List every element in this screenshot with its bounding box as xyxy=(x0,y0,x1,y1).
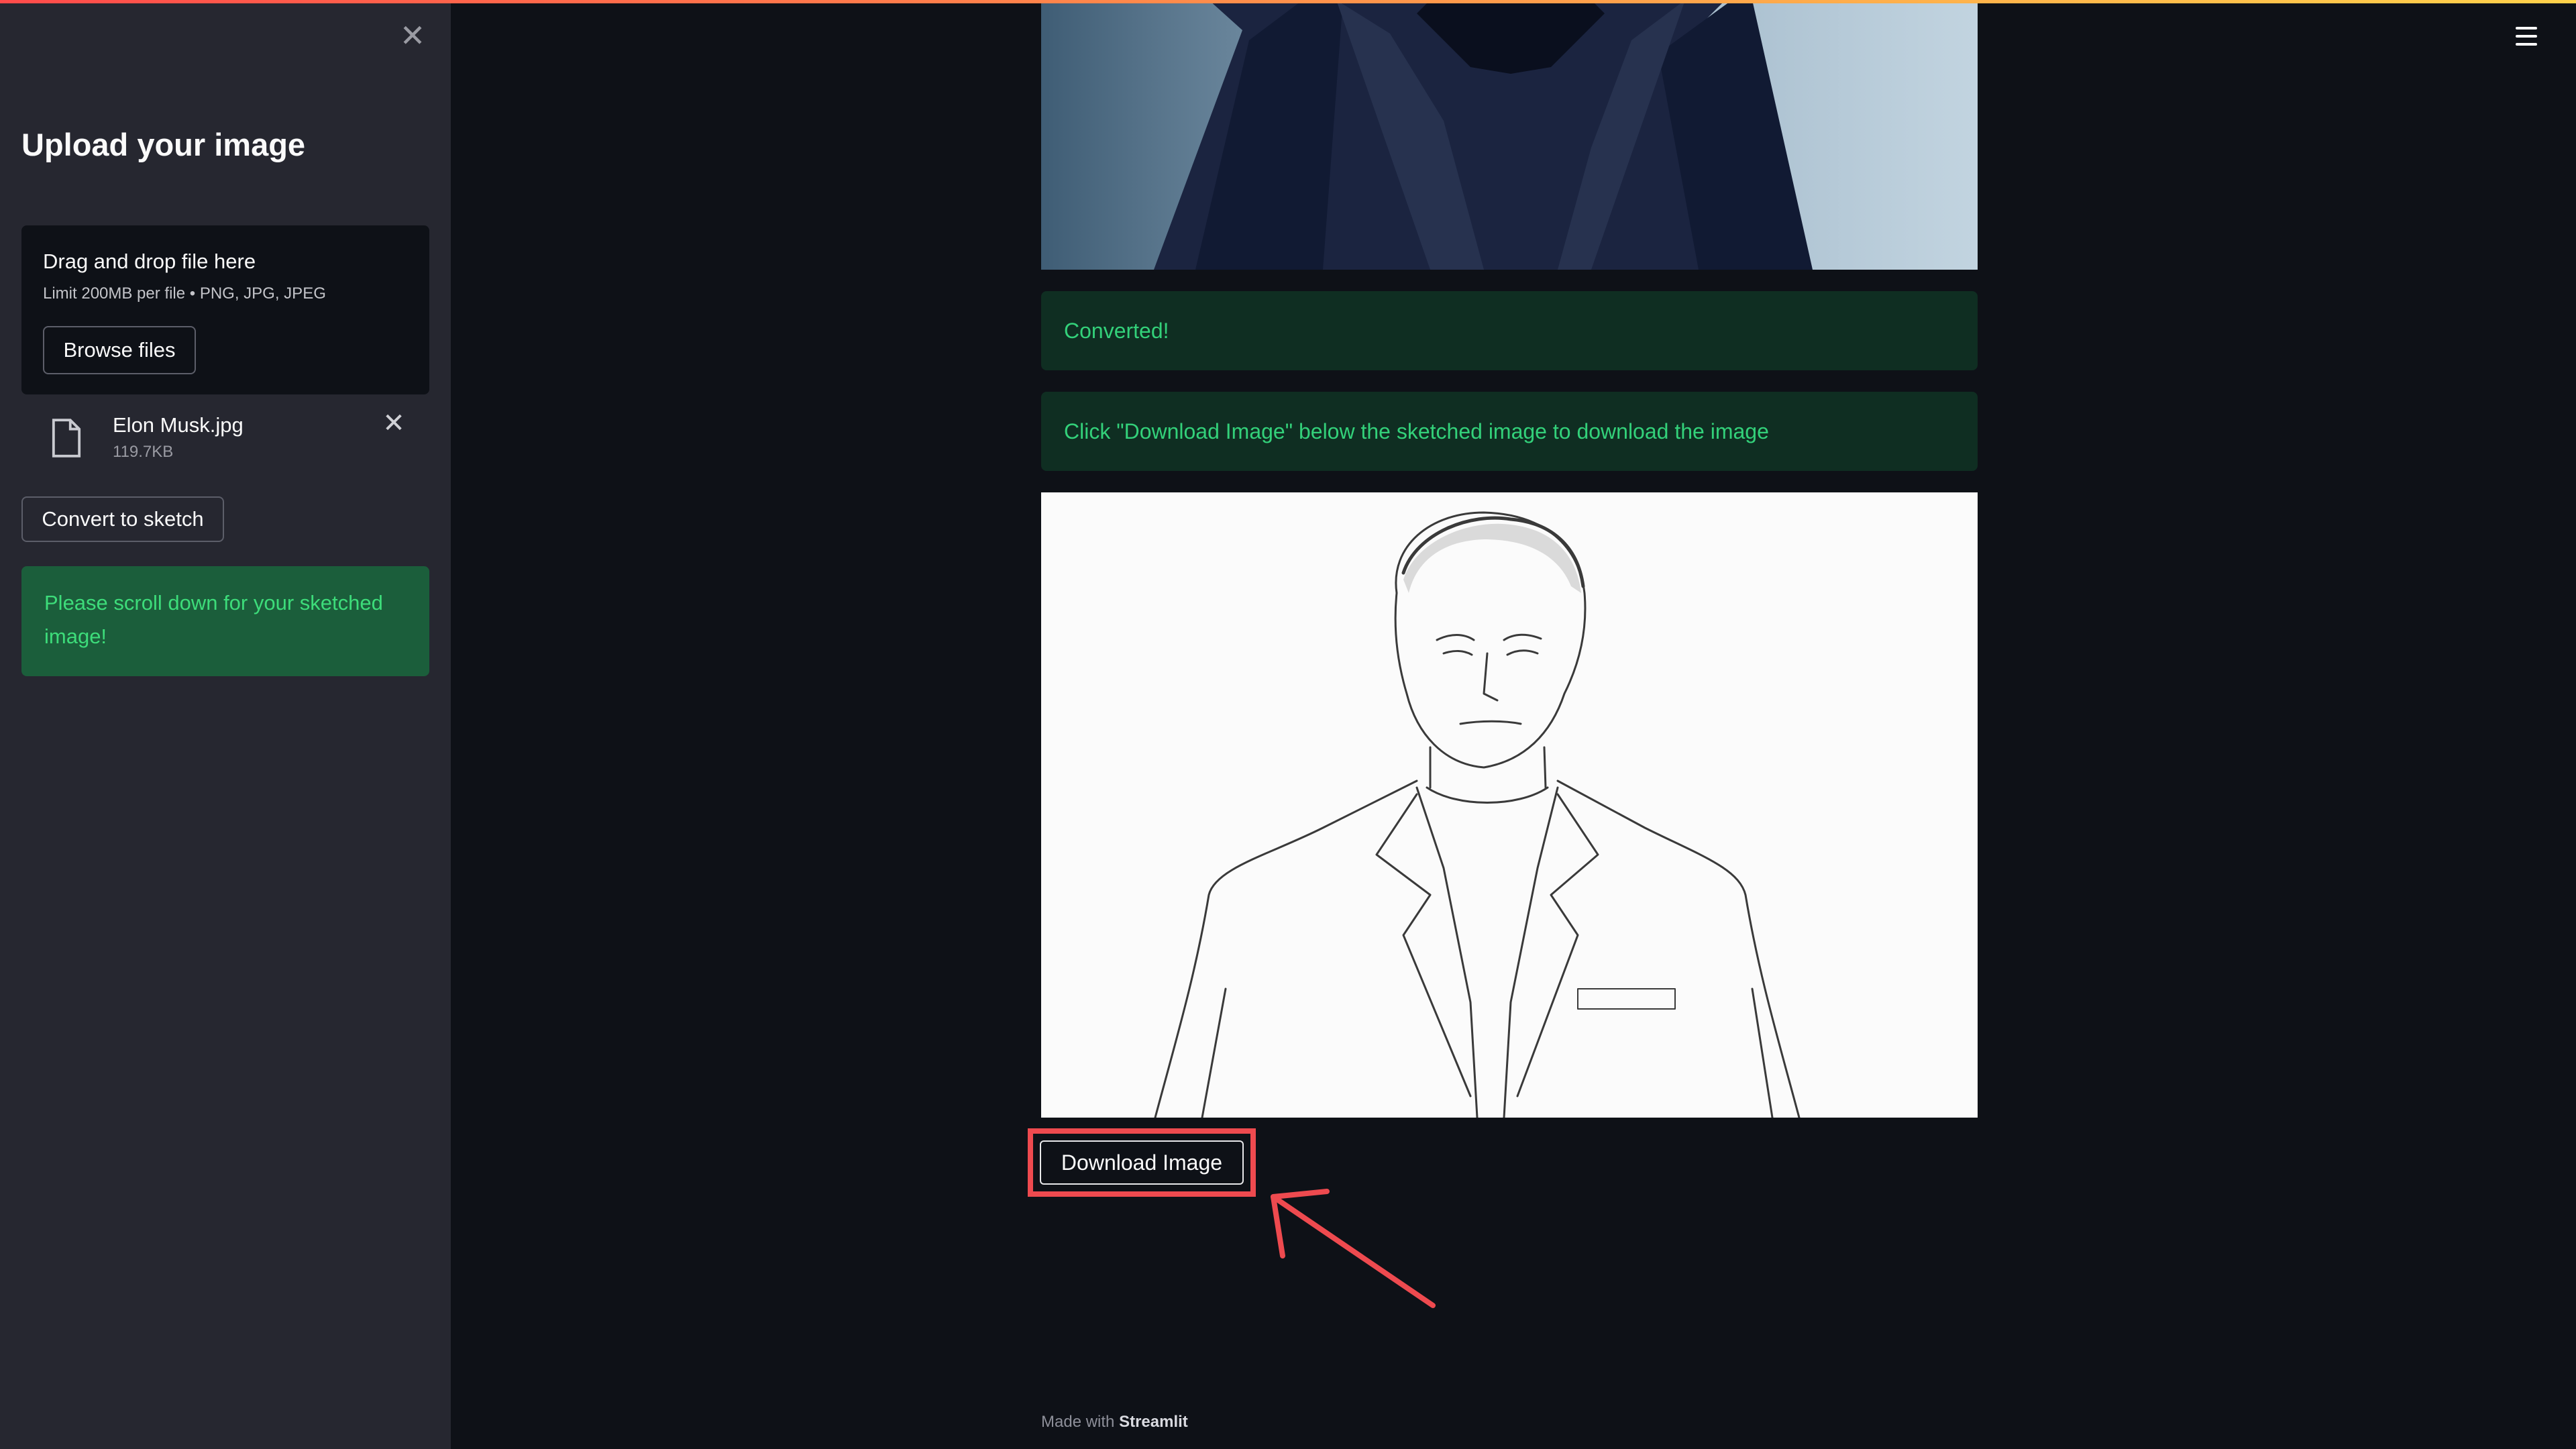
streamlit-link[interactable]: Streamlit xyxy=(1119,1413,1188,1431)
dropzone-limit: Limit 200MB per file • PNG, JPG, JPEG xyxy=(43,284,326,303)
red-arrow-annotation xyxy=(1271,1189,1436,1308)
hamburger-menu-icon[interactable] xyxy=(2514,27,2538,47)
download-info-alert: Click "Download Image" below the sketche… xyxy=(1041,392,1978,471)
sidebar-title: Upload your image xyxy=(21,127,306,162)
uploaded-file-item: Elon Musk.jpg 119.7KB ✕ xyxy=(21,402,429,467)
original-image xyxy=(1041,0,1978,270)
download-image-button[interactable]: Download Image xyxy=(1040,1140,1244,1185)
sidebar: ✕ Upload your image Drag and drop file h… xyxy=(0,0,451,1449)
footer: Made with Streamlit xyxy=(1041,1413,1188,1432)
file-dropzone[interactable]: Drag and drop file here Limit 200MB per … xyxy=(21,225,429,394)
close-icon[interactable]: ✕ xyxy=(397,20,428,51)
file-name: Elon Musk.jpg xyxy=(113,413,244,437)
download-highlight-box: Download Image xyxy=(1028,1128,1256,1197)
top-decoration-bar xyxy=(0,0,2576,3)
footer-prefix: Made with xyxy=(1041,1413,1120,1431)
convert-to-sketch-button[interactable]: Convert to sketch xyxy=(21,496,224,542)
converted-alert: Converted! xyxy=(1041,291,1978,370)
dropzone-title: Drag and drop file here xyxy=(43,250,256,273)
file-size: 119.7KB xyxy=(113,443,174,461)
scroll-down-alert: Please scroll down for your sketched ima… xyxy=(21,566,429,676)
file-icon xyxy=(52,419,81,458)
sketch-image xyxy=(1041,492,1978,1118)
browse-files-button[interactable]: Browse files xyxy=(43,326,196,374)
remove-file-icon[interactable]: ✕ xyxy=(377,407,411,440)
